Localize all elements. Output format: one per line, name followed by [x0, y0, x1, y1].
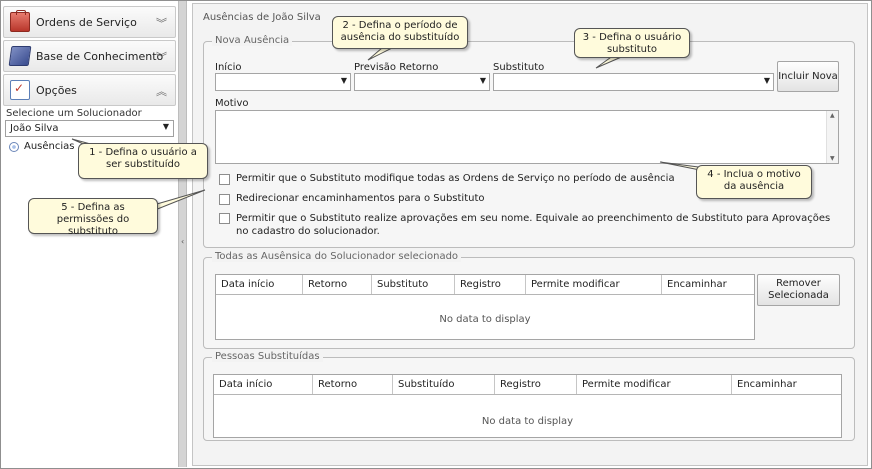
toolbox-icon: [10, 10, 30, 32]
page-title: Ausências de João Silva: [203, 12, 321, 23]
tree-item-label: Ausências: [24, 141, 75, 152]
previsao-retorno-input[interactable]: ▼: [354, 73, 490, 91]
redirecionar-checkbox[interactable]: [219, 194, 230, 205]
permitir-modificar-checkbox[interactable]: [219, 174, 230, 185]
dropdown-arrow-icon[interactable]: ▼: [163, 122, 169, 131]
column-header[interactable]: Data início: [216, 275, 303, 294]
column-header[interactable]: Substituto: [372, 275, 455, 294]
scrollbar[interactable]: ▲ ▼: [826, 111, 838, 163]
todas-ausencias-group: Todas as Ausênsica do Solucionador selec…: [203, 251, 855, 349]
scroll-up-icon[interactable]: ▲: [830, 112, 835, 119]
callout-5: 5 - Defina as permissões do substituto: [28, 198, 158, 237]
substituto-label: Substituto: [493, 62, 545, 73]
checkbox-label: Redirecionar encaminhamentos para o Subs…: [236, 193, 485, 204]
callout-3: 3 - Defina o usuário substituto: [574, 28, 690, 58]
main-panel: Ausências de João Silva Nova Ausência In…: [192, 3, 868, 466]
checkbox-label: Permitir que o Substituto modifique toda…: [236, 173, 675, 184]
empty-message: No data to display: [481, 416, 574, 427]
group-title: Nova Ausência: [212, 35, 293, 46]
callout-4: 4 - Inclua o motivo da ausência: [696, 165, 812, 199]
checkbox-label: Permitir que o Substituto realize aprova…: [236, 213, 831, 237]
remover-selecionada-button[interactable]: Remover Selecionada: [757, 274, 840, 306]
column-header[interactable]: Encaminhar: [732, 375, 841, 394]
pessoas-substituidas-group: Pessoas Substituídas Data início Retorno…: [203, 351, 855, 441]
ausencias-grid[interactable]: Data início Retorno Substituto Registro …: [215, 274, 755, 340]
callout-1: 1 - Defina o usuário a ser substituído: [78, 143, 208, 179]
checkbox-row[interactable]: Permitir que o Substituto realize aprova…: [219, 212, 844, 238]
column-header[interactable]: Data início: [214, 375, 313, 394]
collapse-arrow-icon[interactable]: ‹: [181, 237, 184, 246]
dropdown-arrow-icon[interactable]: ▼: [764, 76, 770, 85]
column-header[interactable]: Retorno: [303, 275, 372, 294]
column-header[interactable]: Encaminhar: [662, 275, 754, 294]
empty-message: No data to display: [439, 314, 531, 325]
previsao-retorno-label: Previsão Retorno: [354, 62, 439, 73]
substituidas-grid[interactable]: Data início Retorno Substituído Registro…: [213, 374, 842, 438]
accordion-ordens-servico[interactable]: Ordens de Serviço ︾: [3, 6, 176, 38]
book-icon: [8, 46, 32, 66]
checklist-icon: [10, 80, 30, 100]
nova-ausencia-group: Nova Ausência Início ▼ Previsão Retorno …: [203, 35, 855, 248]
grid-header: Data início Retorno Substituto Registro …: [216, 275, 754, 295]
column-header[interactable]: Substituído: [393, 375, 495, 394]
bullet-icon: [9, 141, 19, 152]
chevron-down-icon[interactable]: ︾: [156, 49, 167, 65]
column-header[interactable]: Permite modificar: [577, 375, 732, 394]
accordion-opcoes[interactable]: Opções ︽: [3, 74, 176, 106]
tree-item-ausencias[interactable]: Ausências: [9, 141, 75, 152]
splitter[interactable]: ‹: [178, 1, 187, 467]
permitir-aprovacoes-checkbox[interactable]: [219, 213, 230, 224]
column-header[interactable]: Registro: [495, 375, 577, 394]
scroll-down-icon[interactable]: ▼: [830, 155, 835, 162]
dropdown-arrow-icon[interactable]: ▼: [341, 76, 347, 85]
incluir-nova-button[interactable]: Incluir Nova: [777, 61, 839, 92]
accordion-label: Opções: [36, 83, 77, 97]
chevron-down-icon[interactable]: ︾: [156, 15, 167, 31]
grid-header: Data início Retorno Substituído Registro…: [214, 375, 841, 395]
motivo-label: Motivo: [215, 98, 249, 109]
solucionador-select[interactable]: João Silva ▼: [5, 120, 174, 137]
column-header[interactable]: Permite modificar: [526, 275, 662, 294]
accordion-label: Base de Conhecimento: [36, 49, 164, 63]
dropdown-arrow-icon[interactable]: ▼: [480, 76, 486, 85]
solucionador-value: João Silva: [10, 123, 59, 134]
group-title: Todas as Ausênsica do Solucionador selec…: [212, 251, 462, 262]
motivo-textarea[interactable]: ▲ ▼: [215, 110, 839, 164]
column-header[interactable]: Retorno: [313, 375, 393, 394]
group-title: Pessoas Substituídas: [212, 351, 323, 362]
accordion-base-conhecimento[interactable]: Base de Conhecimento ︾: [3, 40, 176, 72]
solucionador-label: Selecione um Solucionador: [6, 108, 142, 119]
inicio-label: Início: [215, 62, 242, 73]
callout-2: 2 - Defina o período de ausência do subs…: [332, 16, 468, 49]
accordion-label: Ordens de Serviço: [36, 15, 137, 29]
chevron-up-icon[interactable]: ︽: [156, 83, 167, 99]
inicio-date-input[interactable]: ▼: [215, 73, 351, 91]
substituto-select[interactable]: ▼: [493, 73, 774, 91]
column-header[interactable]: Registro: [455, 275, 526, 294]
